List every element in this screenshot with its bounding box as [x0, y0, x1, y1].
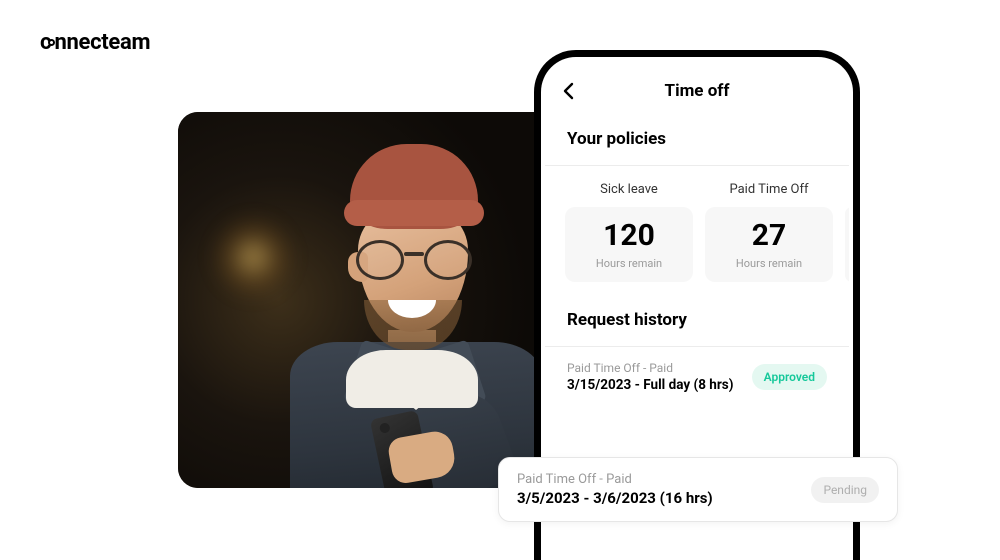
request-history-item[interactable]: Paid Time Off - Paid 3/15/2023 - Full da… — [545, 347, 849, 407]
request-history-heading: Request history — [545, 302, 849, 346]
policy-name: Paid Time Off — [729, 182, 808, 197]
policy-sublabel: Hours remain — [573, 257, 685, 270]
policy-name: Sick leave — [600, 182, 658, 197]
policy-value: 120 — [573, 221, 685, 251]
policy-card-overflow[interactable] — [845, 182, 849, 282]
request-type: Paid Time Off - Paid — [567, 361, 742, 375]
marketing-photo — [178, 112, 582, 488]
policy-card-sick-leave[interactable]: Sick leave 120 Hours remain — [565, 182, 693, 282]
request-range: 3/5/2023 - 3/6/2023 (16 hrs) — [517, 489, 797, 507]
policy-card-pto[interactable]: Paid Time Off 27 Hours remain — [705, 182, 833, 282]
brand-logo: cnnecteam — [40, 30, 150, 55]
status-badge-approved: Approved — [752, 364, 827, 390]
status-badge-pending: Pending — [811, 477, 879, 503]
policy-value: 27 — [713, 221, 825, 251]
request-range: 3/15/2023 - Full day (8 hrs) — [567, 377, 742, 393]
policies-heading: Your policies — [545, 121, 849, 165]
back-button[interactable] — [559, 81, 579, 101]
request-card-pending[interactable]: Paid Time Off - Paid 3/5/2023 - 3/6/2023… — [498, 457, 898, 522]
screen-header: Time off — [545, 61, 849, 121]
policies-row[interactable]: Sick leave 120 Hours remain Paid Time Of… — [545, 166, 849, 302]
policy-sublabel: Hours remain — [713, 257, 825, 270]
page-title: Time off — [665, 81, 730, 101]
chevron-left-icon — [559, 81, 579, 101]
request-type: Paid Time Off - Paid — [517, 472, 797, 487]
